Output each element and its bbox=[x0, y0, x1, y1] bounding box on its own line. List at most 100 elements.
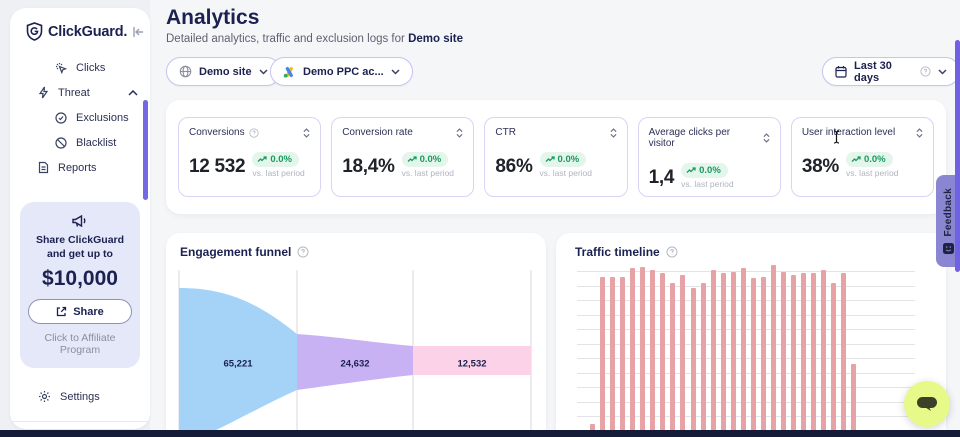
timeline-bar bbox=[811, 273, 816, 437]
chevron-down-icon bbox=[938, 69, 947, 75]
date-range-dropdown[interactable]: Last 30 days bbox=[822, 57, 960, 86]
share-button[interactable]: Share bbox=[28, 299, 132, 324]
metric-label: Conversion rate bbox=[342, 127, 413, 138]
metric-value: 86% bbox=[495, 156, 532, 178]
chat-bubble-icon bbox=[915, 394, 939, 414]
gridline bbox=[577, 271, 915, 272]
metric-sort-icon[interactable] bbox=[916, 128, 923, 138]
trending-up-icon bbox=[545, 156, 555, 163]
sidebar-item-clicks[interactable]: Clicks bbox=[10, 55, 150, 80]
page-subtitle: Detailed analytics, traffic and exclusio… bbox=[166, 33, 463, 45]
funnel-title: Engagement funnel bbox=[180, 245, 291, 259]
trend-value: 0.0% bbox=[420, 154, 442, 165]
timeline-bar bbox=[721, 273, 726, 437]
sidebar-nav: Clicks Threat Exclusions bbox=[10, 55, 150, 180]
chevron-down-icon bbox=[259, 69, 268, 75]
timeline-bar bbox=[670, 283, 675, 437]
compare-label: vs. last period bbox=[846, 168, 898, 178]
trend-badge: 0.0% bbox=[402, 152, 449, 167]
gridline bbox=[577, 358, 915, 359]
ppc-filter-label: Demo PPC ac... bbox=[303, 66, 384, 78]
feedback-label: Feedback bbox=[943, 188, 954, 237]
site-filter-label: Demo site bbox=[199, 66, 252, 78]
site-filter-dropdown[interactable]: Demo site bbox=[166, 57, 281, 86]
smiley-icon bbox=[943, 243, 954, 254]
globe-icon bbox=[179, 65, 192, 78]
trending-up-icon bbox=[407, 156, 417, 163]
metric-sort-icon[interactable] bbox=[303, 128, 310, 138]
metric-sort-icon[interactable] bbox=[763, 133, 770, 143]
sidebar-item-threat[interactable]: Threat bbox=[10, 80, 150, 105]
sidebar-item-settings[interactable]: Settings bbox=[10, 384, 150, 409]
sidebar-item-exclusions[interactable]: Exclusions bbox=[10, 105, 150, 130]
lightning-icon bbox=[38, 86, 49, 99]
timeline-bar bbox=[711, 270, 716, 437]
clickguard-shield-logo-icon bbox=[26, 22, 43, 41]
gridline bbox=[577, 387, 915, 388]
ppc-account-filter-dropdown[interactable]: Demo PPC ac... bbox=[270, 57, 413, 86]
promo-text: Share ClickGuard and get up to bbox=[28, 233, 132, 261]
trend-badge: 0.0% bbox=[540, 152, 587, 167]
compare-label: vs. last period bbox=[252, 168, 304, 178]
sidebar-item-blacklist[interactable]: Blacklist bbox=[10, 130, 150, 155]
sidebar-collapse-icon[interactable] bbox=[132, 26, 145, 38]
timeline-bar bbox=[610, 277, 615, 437]
sidebar-item-label: Reports bbox=[58, 162, 97, 174]
metrics-row: Conversions12 5320.0%vs. last periodConv… bbox=[166, 100, 946, 214]
funnel-stage-3-value: 12,532 bbox=[457, 359, 486, 370]
metric-value: 38% bbox=[802, 156, 839, 178]
info-icon[interactable] bbox=[297, 246, 309, 258]
timeline-bar bbox=[691, 288, 696, 437]
trending-up-icon bbox=[257, 156, 267, 163]
chevron-down-icon bbox=[391, 69, 400, 75]
chat-widget-button[interactable] bbox=[904, 381, 950, 427]
gridline bbox=[577, 329, 915, 330]
subtitle-text: Detailed analytics, traffic and exclusio… bbox=[166, 33, 408, 45]
metric-sort-icon[interactable] bbox=[456, 128, 463, 138]
sidebar-scrollbar[interactable] bbox=[143, 100, 148, 200]
sidebar-item-label: Threat bbox=[58, 87, 90, 99]
timeline-bar bbox=[680, 275, 685, 437]
timeline-bar bbox=[731, 272, 736, 437]
sidebar-item-reports[interactable]: Reports bbox=[10, 155, 150, 180]
timeline-bar bbox=[801, 273, 806, 437]
page-scrollbar[interactable] bbox=[955, 40, 960, 272]
gridline bbox=[577, 315, 915, 316]
trending-up-icon bbox=[851, 156, 861, 163]
gridline bbox=[577, 416, 915, 417]
external-link-icon bbox=[56, 306, 67, 317]
compare-label: vs. last period bbox=[681, 179, 733, 189]
gridline bbox=[577, 373, 915, 374]
metric-value: 18,4% bbox=[342, 156, 394, 178]
trend-value: 0.0% bbox=[699, 165, 721, 176]
metric-label: User interaction level bbox=[802, 127, 895, 138]
timeline-bar bbox=[831, 283, 836, 437]
calendar-icon bbox=[835, 65, 847, 78]
trend-value: 0.0% bbox=[864, 154, 886, 165]
timeline-title: Traffic timeline bbox=[575, 245, 660, 259]
timeline-bar bbox=[620, 277, 625, 437]
info-icon[interactable] bbox=[920, 66, 931, 77]
chevron-up-icon[interactable] bbox=[128, 90, 138, 96]
timeline-bar bbox=[791, 275, 796, 437]
metric-sort-icon[interactable] bbox=[610, 128, 617, 138]
timeline-bar bbox=[650, 270, 655, 437]
app-title: ClickGuard. bbox=[48, 24, 127, 40]
promo-amount: $10,000 bbox=[28, 267, 132, 291]
timeline-bar bbox=[630, 268, 635, 437]
engagement-funnel-card: 65,221 24,632 12,532 Engagement funnel bbox=[166, 233, 546, 437]
gridline bbox=[577, 402, 915, 403]
info-icon[interactable] bbox=[666, 246, 678, 258]
settings-label: Settings bbox=[60, 391, 100, 403]
trend-badge: 0.0% bbox=[681, 163, 728, 178]
share-button-label: Share bbox=[73, 306, 104, 318]
timeline-bar bbox=[660, 273, 665, 437]
traffic-timeline-card: Traffic timeline bbox=[556, 233, 946, 437]
timeline-bar bbox=[851, 364, 856, 437]
gridline bbox=[577, 344, 915, 345]
trend-badge: 0.0% bbox=[252, 152, 299, 167]
timeline-bar bbox=[701, 283, 706, 437]
traffic-timeline-plot bbox=[577, 265, 915, 437]
affiliate-program-link[interactable]: Click to Affiliate Program bbox=[28, 332, 132, 356]
info-icon[interactable] bbox=[249, 128, 259, 138]
